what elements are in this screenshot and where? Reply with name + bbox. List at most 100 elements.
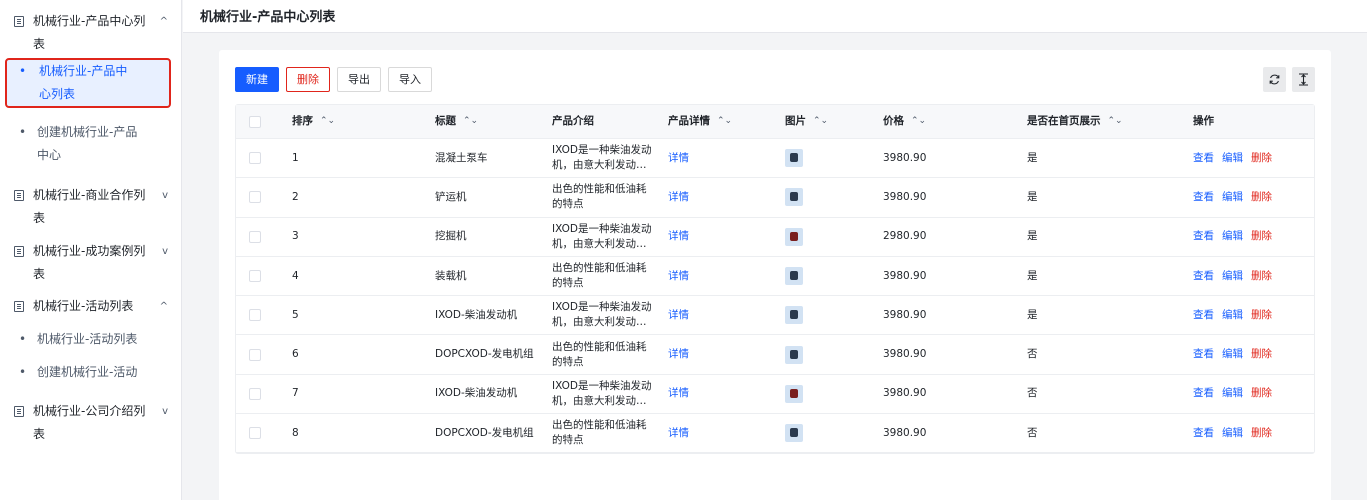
sidebar-group-cases[interactable]: 机械行业-成功案例列表 v: [0, 240, 182, 286]
sidebar-sub-item[interactable]: • 机械行业-活动列表: [0, 328, 182, 351]
view-link[interactable]: 查看: [1193, 386, 1214, 401]
sidebar-item-product-center-list[interactable]: • 机械行业-产品中心列表: [0, 58, 182, 108]
row-checkbox[interactable]: [249, 230, 261, 243]
delete-link[interactable]: 删除: [1251, 347, 1272, 362]
row-select-cell[interactable]: [249, 139, 261, 177]
column-header-show-on-home[interactable]: 是否在首页展示 ⌃⌄: [1027, 105, 1123, 138]
new-button[interactable]: 新建: [235, 67, 279, 92]
cell-image[interactable]: [785, 296, 803, 334]
edit-link[interactable]: 编辑: [1222, 347, 1243, 362]
row-checkbox[interactable]: [249, 427, 261, 440]
row-checkbox[interactable]: [249, 152, 261, 165]
view-link[interactable]: 查看: [1193, 190, 1214, 205]
delete-link[interactable]: 删除: [1251, 308, 1272, 323]
edit-link[interactable]: 编辑: [1222, 151, 1243, 166]
row-height-button[interactable]: [1292, 67, 1315, 92]
row-checkbox[interactable]: [249, 309, 261, 322]
detail-link[interactable]: 详情: [668, 269, 689, 284]
row-checkbox[interactable]: [249, 191, 261, 204]
row-checkbox[interactable]: [249, 270, 261, 283]
detail-link[interactable]: 详情: [668, 190, 689, 205]
cell-image[interactable]: [785, 257, 803, 295]
product-thumbnail[interactable]: [785, 306, 803, 325]
view-link[interactable]: 查看: [1193, 151, 1214, 166]
sort-icon[interactable]: ⌃⌄: [320, 114, 335, 129]
sidebar-group-head[interactable]: 机械行业-产品中心列表 ^: [0, 10, 182, 56]
sidebar-group-head[interactable]: 机械行业-活动列表 ^: [0, 295, 182, 318]
cell-detail[interactable]: 详情: [668, 414, 689, 452]
sort-icon[interactable]: ⌃⌄: [463, 114, 478, 129]
cell-image[interactable]: [785, 335, 803, 373]
column-header-order[interactable]: 排序 ⌃⌄: [292, 105, 335, 138]
cell-image[interactable]: [785, 139, 803, 177]
cell-image[interactable]: [785, 414, 803, 452]
cell-detail[interactable]: 详情: [668, 375, 689, 413]
edit-link[interactable]: 编辑: [1222, 190, 1243, 205]
row-select-cell[interactable]: [249, 296, 261, 334]
row-checkbox[interactable]: [249, 348, 261, 361]
product-thumbnail[interactable]: [785, 384, 803, 403]
row-select-cell[interactable]: [249, 375, 261, 413]
sidebar-sub-item-active[interactable]: • 机械行业-产品中心列表: [5, 58, 171, 108]
column-header-image[interactable]: 图片 ⌃⌄: [785, 105, 828, 138]
detail-link[interactable]: 详情: [668, 308, 689, 323]
cell-detail[interactable]: 详情: [668, 178, 689, 216]
sidebar-group-business[interactable]: 机械行业-商业合作列表 v: [0, 184, 182, 230]
product-thumbnail[interactable]: [785, 188, 803, 207]
import-button[interactable]: 导入: [388, 67, 432, 92]
sidebar-group-head[interactable]: 机械行业-商业合作列表 v: [0, 184, 182, 230]
delete-link[interactable]: 删除: [1251, 386, 1272, 401]
sidebar-sub-item[interactable]: • 创建机械行业-产品中心: [0, 121, 182, 167]
row-select-cell[interactable]: [249, 218, 261, 256]
sort-icon[interactable]: ⌃⌄: [717, 114, 732, 129]
row-select-cell[interactable]: [249, 414, 261, 452]
product-thumbnail[interactable]: [785, 267, 803, 286]
edit-link[interactable]: 编辑: [1222, 308, 1243, 323]
chevron-down-icon[interactable]: v: [162, 240, 168, 263]
cell-image[interactable]: [785, 375, 803, 413]
sidebar-item-create-activity[interactable]: • 创建机械行业-活动: [0, 361, 182, 384]
column-header-title[interactable]: 标题 ⌃⌄: [435, 105, 535, 138]
cell-detail[interactable]: 详情: [668, 139, 689, 177]
chevron-up-icon[interactable]: ^: [160, 295, 168, 318]
sort-icon[interactable]: ⌃⌄: [1108, 114, 1123, 129]
edit-link[interactable]: 编辑: [1222, 269, 1243, 284]
row-checkbox[interactable]: [249, 387, 261, 400]
view-link[interactable]: 查看: [1193, 308, 1214, 323]
sidebar-group-product-center[interactable]: 机械行业-产品中心列表 ^: [0, 10, 182, 56]
cell-detail[interactable]: 详情: [668, 218, 689, 256]
product-thumbnail[interactable]: [785, 149, 803, 168]
sidebar-sub-item[interactable]: • 创建机械行业-活动: [0, 361, 182, 384]
sidebar-group-company[interactable]: 机械行业-公司介绍列表 v: [0, 400, 182, 446]
delete-link[interactable]: 删除: [1251, 229, 1272, 244]
sort-icon[interactable]: ⌃⌄: [813, 114, 828, 129]
delete-link[interactable]: 删除: [1251, 269, 1272, 284]
product-thumbnail[interactable]: [785, 345, 803, 364]
view-link[interactable]: 查看: [1193, 347, 1214, 362]
cell-image[interactable]: [785, 218, 803, 256]
detail-link[interactable]: 详情: [668, 347, 689, 362]
delete-link[interactable]: 删除: [1251, 190, 1272, 205]
export-button[interactable]: 导出: [337, 67, 381, 92]
edit-link[interactable]: 编辑: [1222, 386, 1243, 401]
view-link[interactable]: 查看: [1193, 229, 1214, 244]
sidebar-group-activity[interactable]: 机械行业-活动列表 ^: [0, 295, 182, 318]
cell-detail[interactable]: 详情: [668, 257, 689, 295]
column-header-price[interactable]: 价格 ⌃⌄: [883, 105, 926, 138]
detail-link[interactable]: 详情: [668, 151, 689, 166]
cell-detail[interactable]: 详情: [668, 296, 689, 334]
sidebar-item-create-product-center[interactable]: • 创建机械行业-产品中心: [0, 121, 182, 167]
chevron-up-icon[interactable]: ^: [160, 10, 168, 33]
delete-link[interactable]: 删除: [1251, 426, 1272, 441]
view-link[interactable]: 查看: [1193, 426, 1214, 441]
edit-link[interactable]: 编辑: [1222, 426, 1243, 441]
sidebar-group-head[interactable]: 机械行业-成功案例列表 v: [0, 240, 182, 286]
product-thumbnail[interactable]: [785, 227, 803, 246]
chevron-down-icon[interactable]: v: [162, 184, 168, 207]
detail-link[interactable]: 详情: [668, 386, 689, 401]
chevron-down-icon[interactable]: v: [162, 400, 168, 423]
sidebar-group-head[interactable]: 机械行业-公司介绍列表 v: [0, 400, 182, 446]
cell-image[interactable]: [785, 178, 803, 216]
product-thumbnail[interactable]: [785, 424, 803, 443]
view-link[interactable]: 查看: [1193, 269, 1214, 284]
